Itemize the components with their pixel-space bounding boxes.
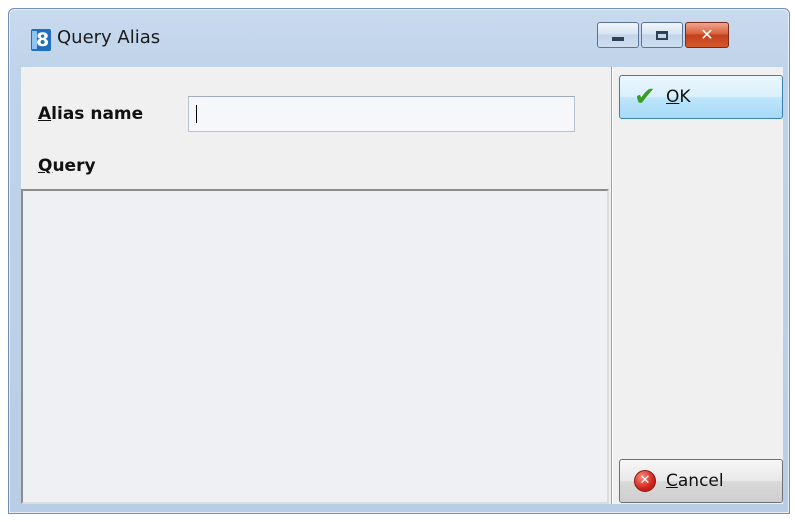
title-bar[interactable]: 8 Query Alias ✕ [9,9,789,67]
ok-button-label: OK [666,87,691,107]
query-textarea[interactable] [21,189,609,504]
cancel-label-rest: ancel [677,471,724,491]
app-icon-glyph: 8 [36,29,50,51]
ok-label-rest: K [679,87,691,107]
query-accel: Q [38,156,53,176]
ok-accel: O [666,87,680,107]
close-icon: ✕ [700,25,714,44]
cancel-button[interactable]: ✕ Cancel [619,459,783,503]
panel-divider [611,67,613,504]
ok-button[interactable]: ✔ OK [619,75,783,119]
maximize-button[interactable] [641,22,683,48]
dialog-body: Alias name Query ✔ OK ✕ Cancel [21,67,783,504]
query-alias-window: 8 Query Alias ✕ Alias name Query ✔ OK ✕ … [8,8,790,514]
check-icon: ✔ [634,82,656,112]
query-label-text: uery [52,156,96,176]
cancel-icon: ✕ [634,470,656,492]
cancel-accel: C [666,471,678,491]
minimize-icon [612,37,624,41]
alias-name-label-text: lias name [51,104,144,124]
close-button[interactable]: ✕ [685,22,729,48]
app-icon[interactable]: 8 [31,29,51,51]
alias-name-label: Alias name [38,104,143,124]
alias-name-accel: A [38,104,52,124]
maximize-icon [656,30,668,40]
alias-name-input[interactable] [188,96,575,132]
text-caret [196,105,197,123]
query-label: Query [38,156,96,176]
window-title: Query Alias [57,27,161,48]
minimize-button[interactable] [597,22,639,48]
form-panel: Alias name Query [21,67,609,183]
cancel-button-label: Cancel [666,471,724,491]
